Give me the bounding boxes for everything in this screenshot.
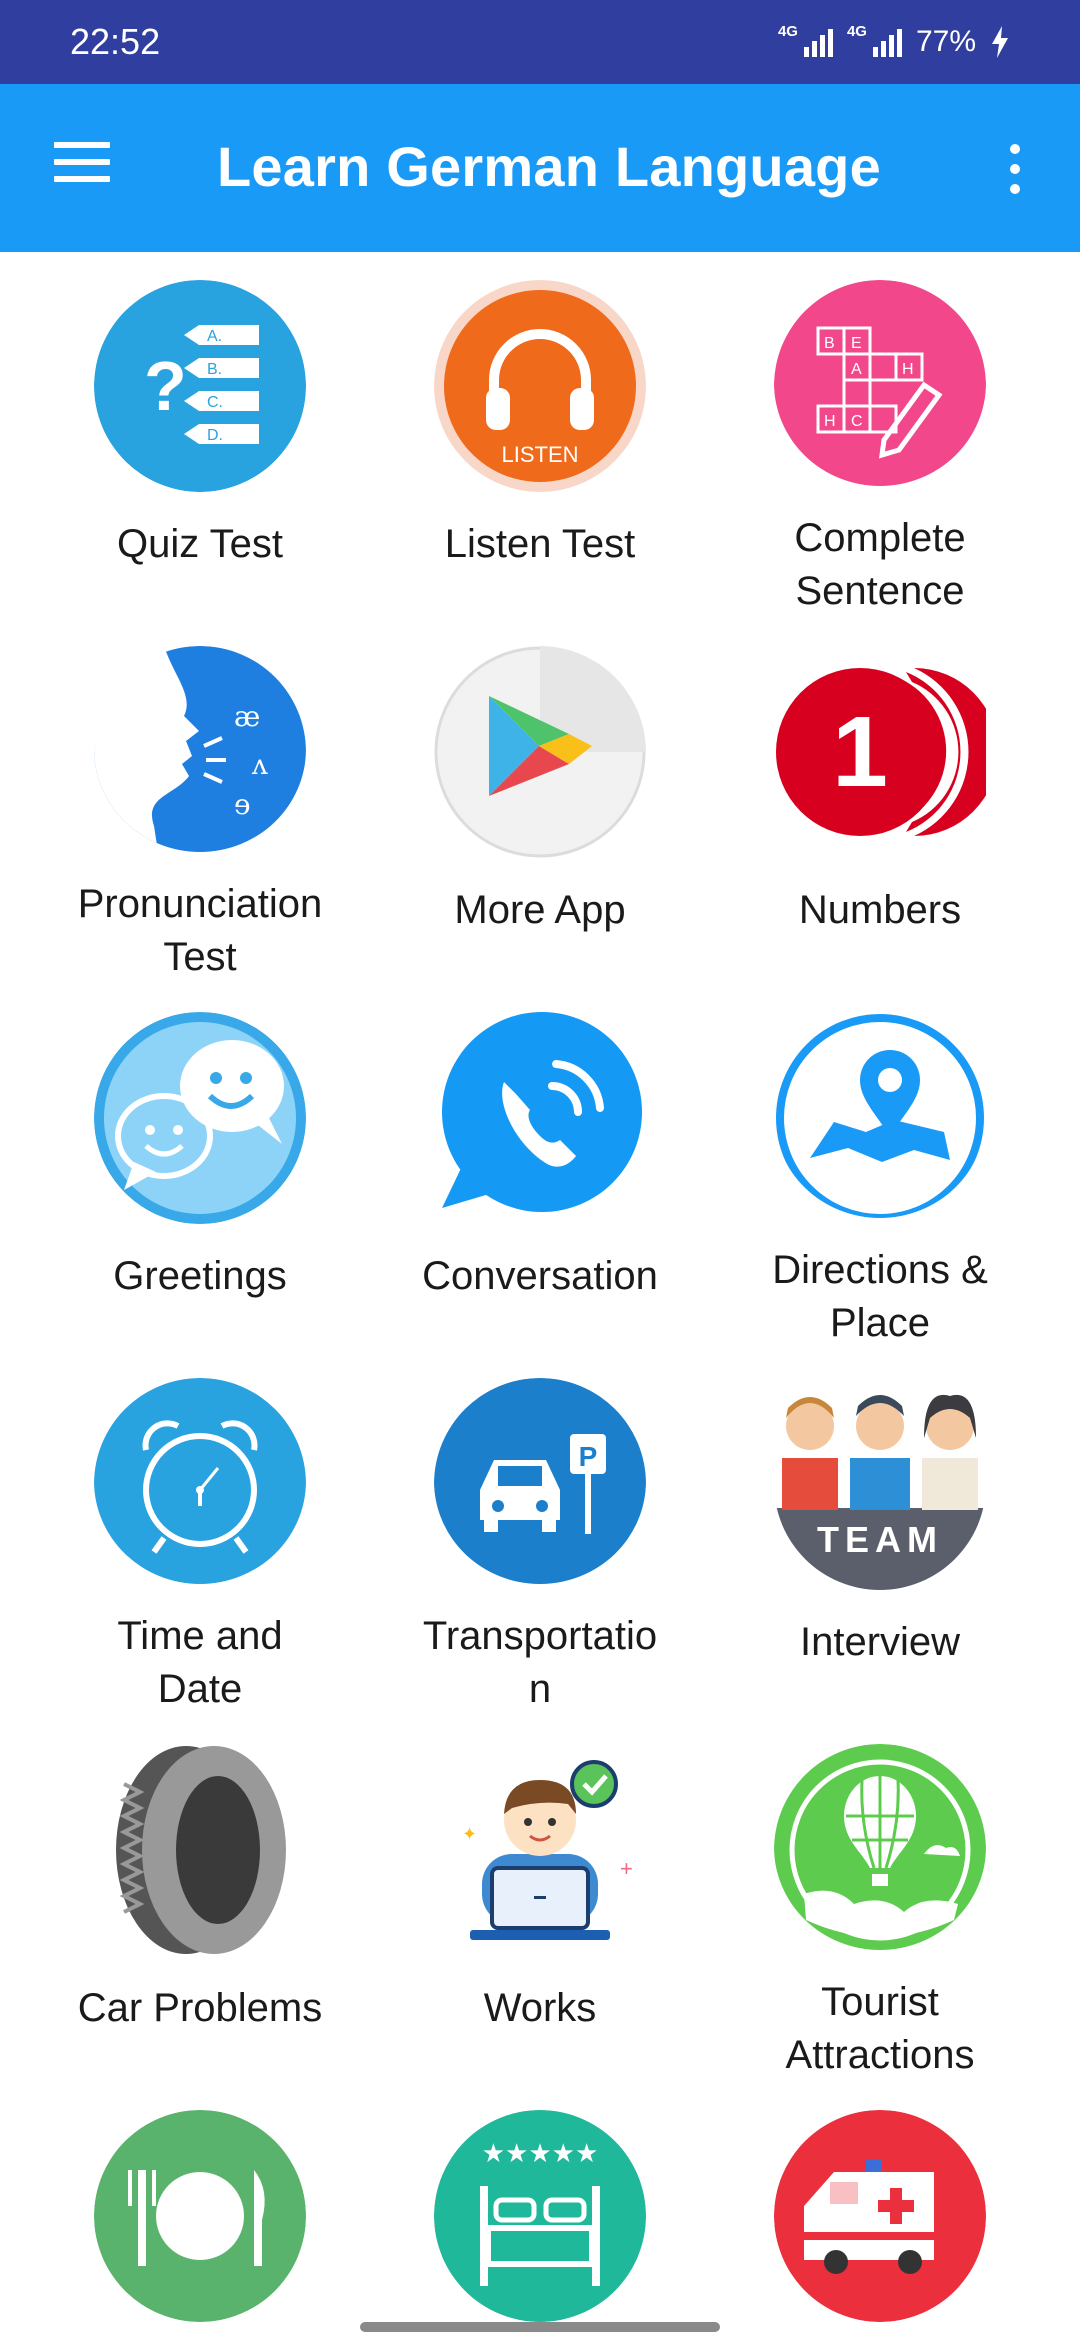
svg-text:ʌ: ʌ bbox=[251, 748, 268, 781]
tile-label: More App bbox=[454, 888, 626, 932]
map-pin-icon bbox=[774, 1012, 986, 1218]
more-vertical-icon[interactable] bbox=[1000, 144, 1030, 204]
tile-interview[interactable]: TEAM Interview bbox=[710, 1350, 1050, 1716]
hamburger-menu-icon[interactable] bbox=[54, 142, 114, 194]
tile-label: Car Problems bbox=[77, 1986, 323, 2030]
quiz-icon: ? A. B. C. D. bbox=[94, 280, 306, 492]
worker-laptop-icon: + ✦ bbox=[434, 1744, 646, 1956]
headphones-icon: LISTEN bbox=[434, 280, 646, 492]
number-one-icon: 1 bbox=[774, 646, 986, 858]
network-type: 4G bbox=[777, 23, 798, 40]
tile-label: Complete Sentence bbox=[794, 516, 966, 613]
restaurant-plate-icon bbox=[94, 2110, 306, 2322]
signal-icon: 4G bbox=[847, 23, 902, 57]
svg-text:ɘ: ɘ bbox=[234, 788, 251, 821]
app-bar: Learn German Language bbox=[0, 84, 1080, 252]
tile-label: Directions & Place bbox=[772, 1248, 988, 1345]
tile-label: Works bbox=[483, 1986, 597, 2030]
hot-air-balloon-icon bbox=[774, 1744, 986, 1950]
svg-text:LISTEN: LISTEN bbox=[501, 442, 578, 467]
status-time: 22:52 bbox=[70, 21, 161, 62]
chat-smiley-icon bbox=[94, 1012, 306, 1224]
tire-icon bbox=[94, 1744, 306, 1956]
svg-text:TEAM: TEAM bbox=[817, 1519, 943, 1560]
crossword-icon: BEA HHC bbox=[774, 280, 986, 486]
hotel-bed-icon: ★★★★★ bbox=[434, 2110, 646, 2322]
tile-label: Numbers bbox=[798, 888, 962, 932]
tile-directions-place[interactable]: Directions & Place bbox=[710, 984, 1050, 1350]
app-title: Learn German Language bbox=[217, 135, 881, 198]
svg-text:D.: D. bbox=[207, 427, 223, 444]
tile-listen-test[interactable]: LISTEN Listen Test bbox=[370, 252, 710, 618]
svg-text:C.: C. bbox=[207, 394, 223, 411]
battery-percent: 77% bbox=[915, 25, 976, 58]
tile-label: Interview bbox=[799, 1620, 961, 1664]
tile-label: Pronunciation Test bbox=[77, 882, 323, 979]
status-bar: 22:52 4G 4G 77% bbox=[0, 0, 1080, 84]
tile-quiz-test[interactable]: ? A. B. C. D. Quiz Test bbox=[30, 252, 370, 618]
tile-car-problems[interactable]: Car Problems bbox=[30, 1716, 370, 2082]
tile-more-app[interactable]: More App bbox=[370, 618, 710, 984]
tile-label: Conversation bbox=[422, 1254, 658, 1298]
svg-text:★★★★★: ★★★★★ bbox=[482, 2139, 599, 2169]
signal-icon: 4G bbox=[778, 23, 833, 57]
svg-text:C: C bbox=[851, 413, 863, 430]
tile-works[interactable]: + ✦ Works bbox=[370, 1716, 710, 2082]
svg-text:B: B bbox=[824, 335, 835, 352]
play-store-icon bbox=[434, 646, 646, 858]
gesture-nav-handle[interactable] bbox=[360, 2322, 720, 2332]
tile-greetings[interactable]: Greetings bbox=[30, 984, 370, 1350]
tile-conversation[interactable]: Conversation bbox=[370, 984, 710, 1350]
svg-text:A.: A. bbox=[207, 328, 222, 345]
svg-text:H: H bbox=[902, 361, 914, 378]
tile-label: Tourist Attractions bbox=[785, 1980, 975, 2077]
tile-label: Time and Date bbox=[117, 1614, 283, 1711]
tile-emergency[interactable] bbox=[710, 2082, 1050, 2340]
tile-label: Transportatio n bbox=[422, 1614, 658, 1711]
status-icons: 4G 4G 77% bbox=[778, 23, 1010, 59]
car-parking-icon: P bbox=[434, 1378, 646, 1584]
tile-tourist-attractions[interactable]: Tourist Attractions bbox=[710, 1716, 1050, 2082]
tile-time-and-date[interactable]: Time and Date bbox=[30, 1350, 370, 1716]
tile-transportation[interactable]: P Transportatio n bbox=[370, 1350, 710, 1716]
category-grid: ? A. B. C. D. Quiz Test LISTEN Listen Te… bbox=[0, 252, 1080, 2340]
face-speaking-icon: æʌɘ bbox=[94, 646, 306, 852]
charging-bolt-icon bbox=[992, 26, 1008, 58]
svg-text:E: E bbox=[851, 335, 862, 352]
svg-text:æ: æ bbox=[234, 700, 260, 733]
ambulance-icon bbox=[774, 2110, 986, 2322]
svg-text:1: 1 bbox=[832, 696, 888, 808]
svg-text:H: H bbox=[824, 413, 836, 430]
phone-call-icon bbox=[434, 1012, 646, 1224]
tile-numbers[interactable]: 1 Numbers bbox=[710, 618, 1050, 984]
team-icon: TEAM bbox=[774, 1378, 986, 1590]
tile-hotel[interactable]: ★★★★★ bbox=[370, 2082, 710, 2340]
alarm-clock-icon bbox=[94, 1378, 306, 1584]
tile-label: Listen Test bbox=[444, 522, 636, 566]
tile-label: Greetings bbox=[113, 1254, 287, 1298]
svg-text:P: P bbox=[579, 1441, 598, 1472]
network-type: 4G bbox=[846, 23, 867, 40]
tile-pronunciation-test[interactable]: æʌɘ Pronunciation Test bbox=[30, 618, 370, 984]
tile-label: Quiz Test bbox=[117, 522, 283, 566]
svg-text:B.: B. bbox=[207, 361, 222, 378]
tile-complete-sentence[interactable]: BEA HHC Complete Sentence bbox=[710, 252, 1050, 618]
svg-text:?: ? bbox=[144, 347, 187, 425]
svg-text:✦: ✦ bbox=[462, 1824, 477, 1845]
svg-text:+: + bbox=[620, 1856, 633, 1881]
svg-text:A: A bbox=[851, 361, 862, 378]
tile-restaurant[interactable] bbox=[30, 2082, 370, 2340]
